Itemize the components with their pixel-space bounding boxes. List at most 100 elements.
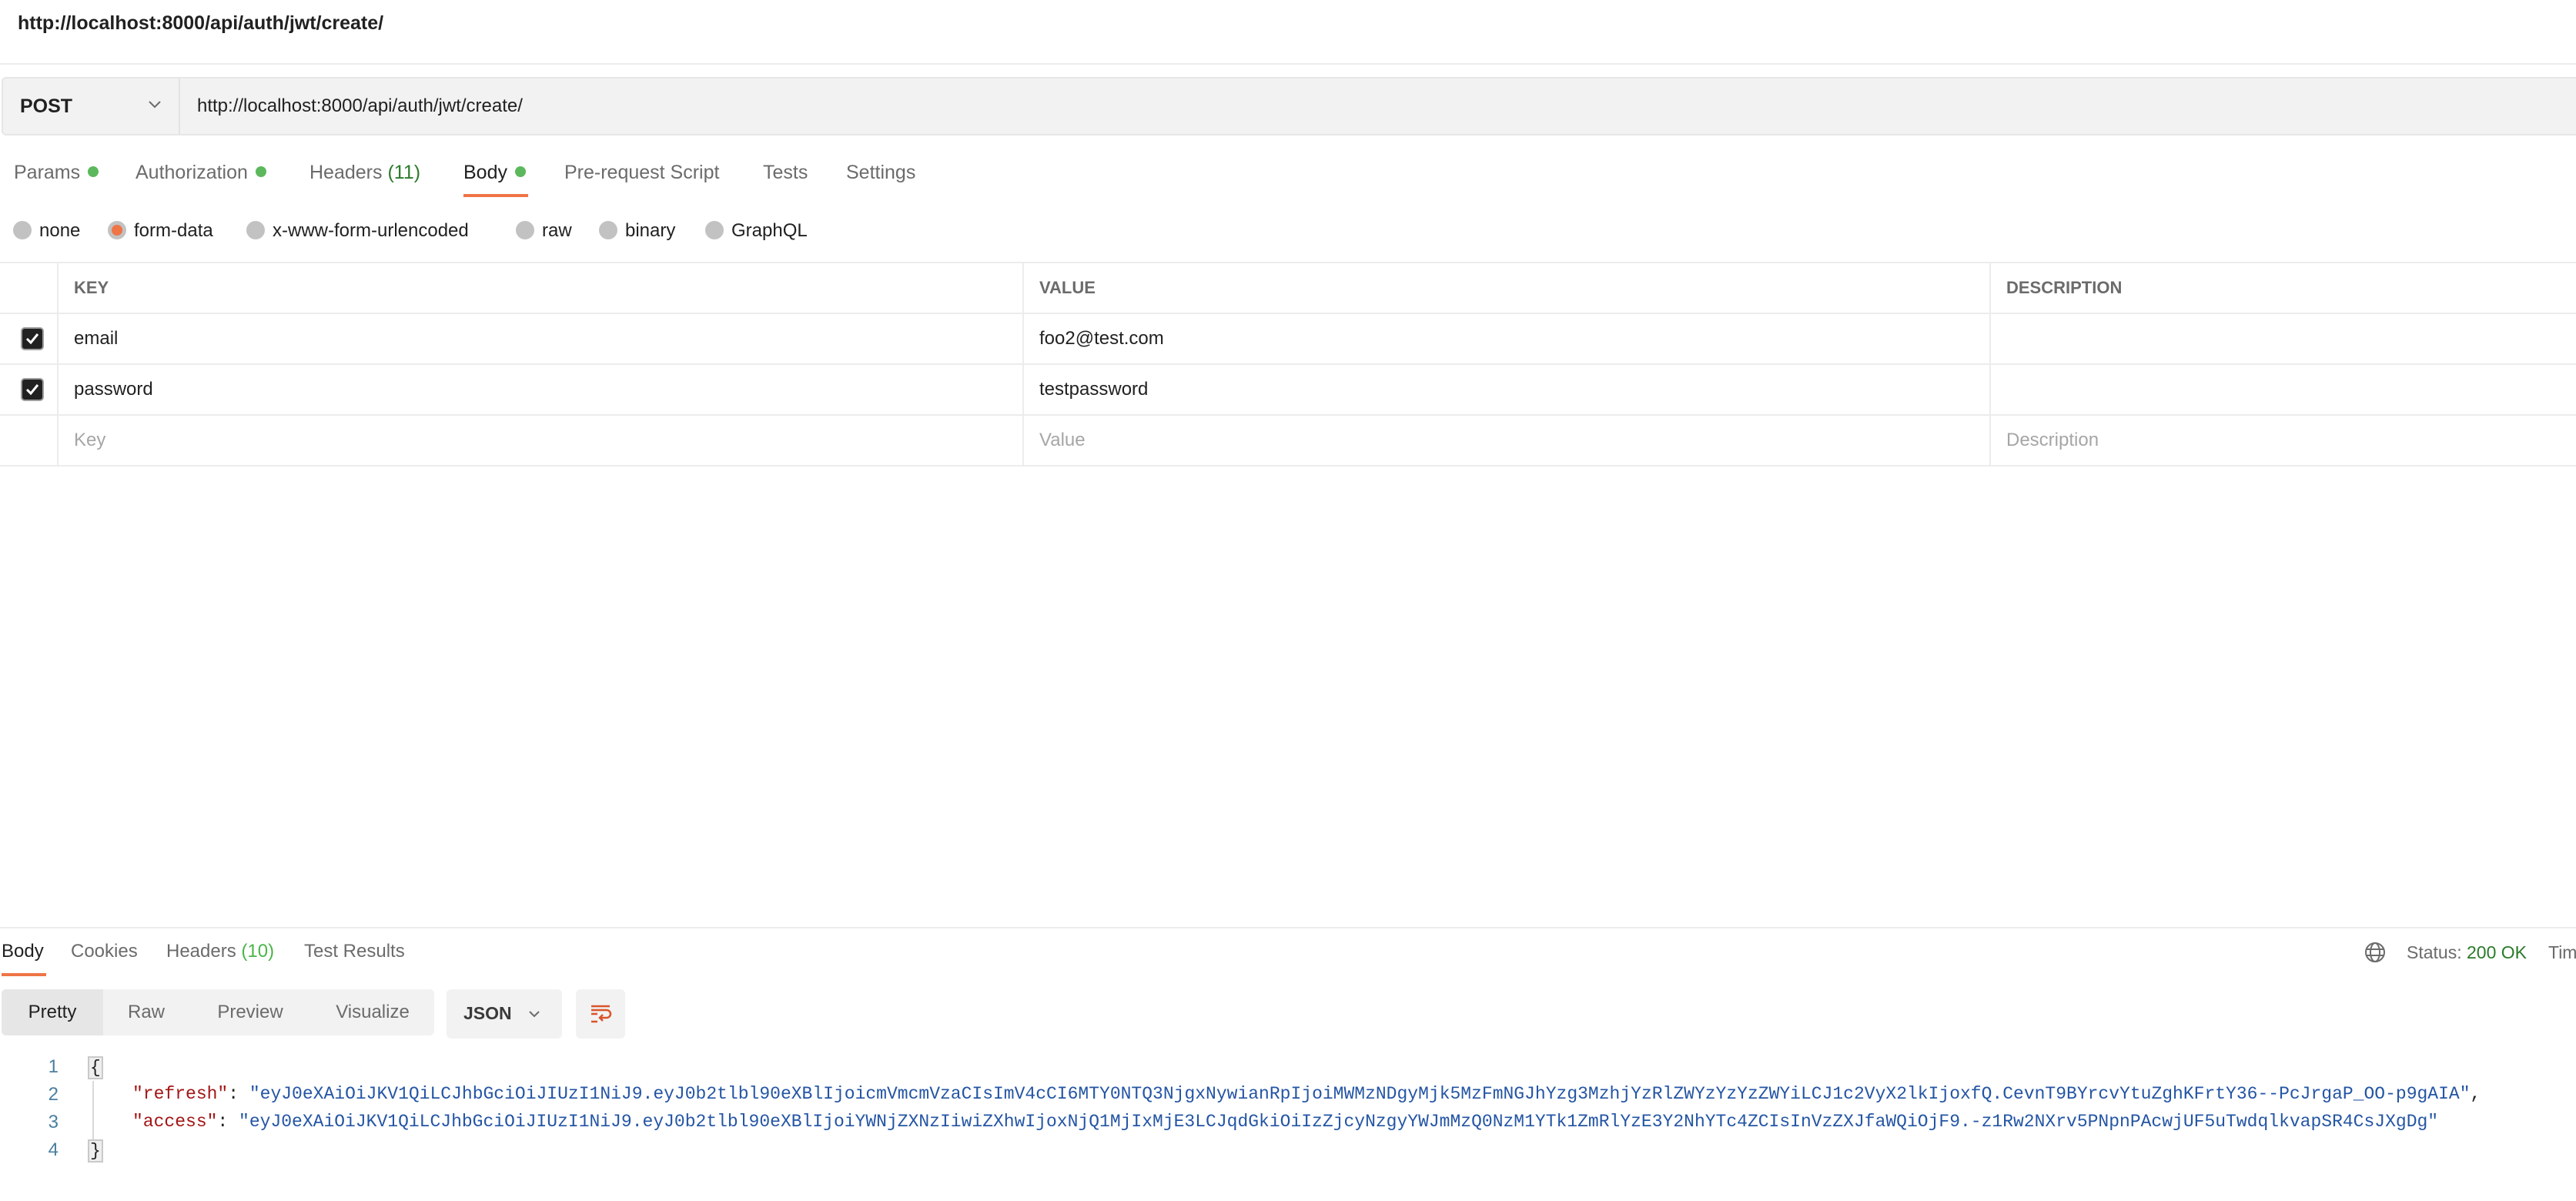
radio-raw[interactable]: raw <box>516 220 572 242</box>
response-tab-headers[interactable]: Headers (10) <box>166 941 274 962</box>
view-mode-selector: Pretty Raw Preview Visualize <box>2 989 434 1035</box>
status-dot-icon <box>88 166 99 177</box>
wrap-lines-button[interactable] <box>576 989 625 1039</box>
active-tab-indicator <box>2 973 46 976</box>
tab-label: Cookies <box>71 941 138 962</box>
line-number: 4 <box>48 1139 59 1160</box>
tab-label: Test Results <box>304 941 405 962</box>
tab-label: Pre-request Script <box>564 162 720 183</box>
line-number: 2 <box>48 1084 59 1105</box>
headers-count: (11) <box>387 162 421 183</box>
method-select[interactable]: POST <box>3 79 180 134</box>
json-value-refresh: "eyJ0eXAiOiJKV1QiLCJhbGciOiJIUzI1NiJ9.ey… <box>249 1084 2471 1104</box>
tab-label: Body <box>463 162 507 183</box>
key-cell[interactable]: email <box>57 314 1022 363</box>
radio-binary[interactable]: binary <box>599 220 675 242</box>
description-cell[interactable] <box>1989 365 2576 414</box>
table-row: email foo2@test.com <box>0 313 2576 363</box>
view-preview[interactable]: Preview <box>189 989 311 1035</box>
column-header-value: VALUE <box>1022 263 1989 313</box>
url-input[interactable] <box>197 95 2430 117</box>
tab-settings[interactable]: Settings <box>846 162 915 184</box>
chevron-down-icon <box>149 101 161 109</box>
globe-icon[interactable] <box>2364 941 2387 964</box>
json-value-access: "eyJ0eXAiOiJKV1QiLCJhbGciOiJIUzI1NiJ9.ey… <box>239 1112 2439 1132</box>
line-number: 3 <box>48 1112 59 1132</box>
value-placeholder[interactable]: Value <box>1022 416 1989 465</box>
tab-label: Body <box>2 941 44 962</box>
tab-headers[interactable]: Headers (11) <box>309 162 420 184</box>
radio-none[interactable]: none <box>13 220 80 242</box>
value-cell[interactable]: foo2@test.com <box>1022 314 1989 363</box>
tab-body[interactable]: Body <box>463 162 526 184</box>
radio-form-data[interactable]: form-data <box>108 220 213 242</box>
description-cell[interactable] <box>1989 314 2576 363</box>
value-cell[interactable]: testpassword <box>1022 365 1989 414</box>
tab-label: Settings <box>846 162 916 183</box>
radio-icon <box>246 221 265 239</box>
row-checkbox[interactable] <box>21 327 44 350</box>
format-select[interactable]: JSON <box>447 989 562 1039</box>
column-header-key: KEY <box>57 263 1022 313</box>
tab-tests[interactable]: Tests <box>763 162 808 184</box>
tab-label: Params <box>14 162 81 183</box>
tab-label: Headers <box>309 162 383 183</box>
radio-selected-icon <box>108 221 126 239</box>
radio-label: GraphQL <box>731 220 808 241</box>
response-divider[interactable] <box>0 927 2576 928</box>
checkmark-icon <box>25 333 39 345</box>
wrap-lines-icon <box>591 1005 612 1023</box>
radio-icon <box>13 221 32 239</box>
response-tab-cookies[interactable]: Cookies <box>71 941 138 962</box>
tab-authorization[interactable]: Authorization <box>135 162 266 184</box>
time-label: Tim <box>2548 942 2576 962</box>
response-tab-test-results[interactable]: Test Results <box>304 941 405 962</box>
checkmark-icon <box>25 384 39 396</box>
status-value[interactable]: 200 OK <box>2467 942 2527 962</box>
radio-x-www-form-urlencoded[interactable]: x-www-form-urlencoded <box>246 220 469 242</box>
active-tab-indicator <box>463 194 528 197</box>
status-dot-icon <box>255 166 266 177</box>
radio-label: form-data <box>134 220 213 241</box>
indent-guide <box>92 1081 94 1146</box>
view-raw[interactable]: Raw <box>103 989 189 1035</box>
json-key-access: "access" <box>132 1112 218 1132</box>
radio-icon <box>705 221 724 239</box>
response-tab-body[interactable]: Body <box>2 941 44 962</box>
radio-label: binary <box>625 220 676 241</box>
table-header-row: KEY VALUE DESCRIPTION <box>0 262 2576 313</box>
table-row: password testpassword <box>0 363 2576 414</box>
tab-label: Tests <box>763 162 808 183</box>
view-visualize[interactable]: Visualize <box>311 989 434 1035</box>
column-header-description: DESCRIPTION <box>1989 263 2576 313</box>
status-dot-icon <box>514 166 526 177</box>
radio-label: x-www-form-urlencoded <box>273 220 469 241</box>
radio-graphql[interactable]: GraphQL <box>705 220 808 242</box>
tab-pre-request-script[interactable]: Pre-request Script <box>564 162 719 184</box>
method-label: POST <box>20 95 73 117</box>
request-title: http://localhost:8000/api/auth/jwt/creat… <box>18 12 384 34</box>
line-number: 1 <box>48 1056 59 1077</box>
tab-params[interactable]: Params <box>14 162 99 184</box>
radio-icon <box>516 221 534 239</box>
radio-label: none <box>39 220 81 241</box>
radio-icon <box>599 221 617 239</box>
tab-label: Authorization <box>135 162 248 183</box>
key-cell[interactable]: password <box>57 365 1022 414</box>
json-key-refresh: "refresh" <box>132 1084 229 1104</box>
status-readout: Status: 200 OK <box>2407 942 2527 963</box>
status-label: Status: <box>2407 942 2462 962</box>
description-placeholder[interactable]: Description <box>1989 416 2576 465</box>
open-brace[interactable]: { <box>88 1056 103 1079</box>
close-brace[interactable]: } <box>88 1139 103 1163</box>
divider <box>0 63 2576 65</box>
headers-count: (10) <box>241 941 275 962</box>
table-row-empty: Key Value Description <box>0 414 2576 467</box>
row-checkbox[interactable] <box>21 378 44 401</box>
url-bar: POST <box>2 77 2576 135</box>
key-placeholder[interactable]: Key <box>57 416 1022 465</box>
chevron-down-icon <box>529 1011 540 1018</box>
tab-label: Headers <box>166 941 236 962</box>
format-label: JSON <box>463 1003 512 1023</box>
view-pretty[interactable]: Pretty <box>2 989 103 1035</box>
